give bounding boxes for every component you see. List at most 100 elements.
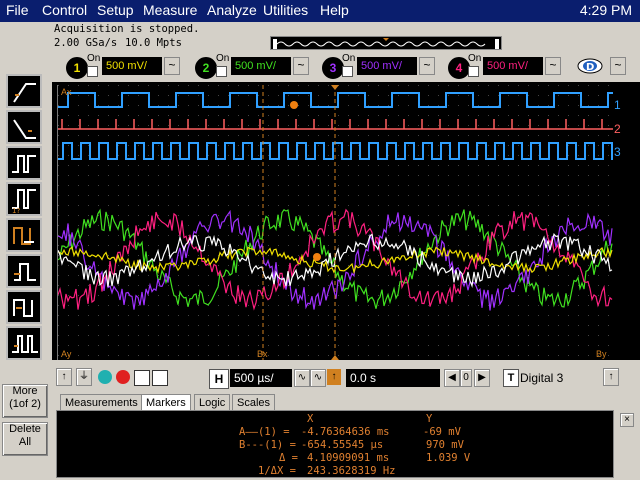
markers-header-x: X (307, 413, 314, 425)
delay-step[interactable]: 0 (460, 369, 472, 387)
channel-4-number[interactable]: 4 (448, 57, 470, 79)
camera-icon[interactable] (134, 370, 150, 386)
run-button[interactable] (98, 370, 112, 384)
state-icon (13, 227, 34, 245)
channel-4-on-checkbox[interactable] (468, 66, 479, 77)
trigger-panel: 1? More (1of 2) Delete All (0, 22, 52, 480)
glitch-trigger-button[interactable] (6, 146, 42, 180)
memory-depth: 10.0 Mpts (125, 37, 182, 49)
channel-1-number[interactable]: 1 (66, 57, 88, 79)
edge-trigger-falling-button[interactable] (6, 110, 42, 144)
delay-left-button[interactable]: ◀ (444, 369, 460, 387)
menu-help[interactable]: Help (320, 2, 349, 18)
timebase-adjust-button[interactable]: ∿ (294, 369, 310, 387)
digital-source-label[interactable]: Digital 3 (520, 371, 563, 385)
pattern-trigger-button[interactable]: 1? (6, 182, 42, 216)
waveform-graticule (57, 85, 640, 360)
channel-2-offset-icon[interactable]: ~ (293, 57, 309, 75)
sample-rate: 2.00 GSa/s (54, 37, 118, 49)
digital-offset-icon[interactable]: ~ (610, 57, 626, 75)
channel-1-offset-icon[interactable]: ~ (164, 57, 180, 75)
channel-1-on-checkbox[interactable] (87, 66, 98, 77)
markers-panel: X Y A——(1) = -4.76364636 ms -69 mV B---(… (56, 410, 614, 478)
channel-3-on-label: On (342, 53, 356, 64)
marker-a-x: -4.76364636 ms (301, 426, 390, 438)
clock: 4:29 PM (579, 2, 632, 18)
menu-utilities[interactable]: Utilities (263, 2, 308, 18)
tab-scales[interactable]: Scales (232, 394, 276, 411)
glitch-icon (12, 155, 36, 173)
horizontal-icon: H (209, 369, 229, 389)
channel-1-on-label: On (87, 53, 101, 64)
memory-bar[interactable] (270, 36, 502, 50)
digital-source-icon: T (503, 369, 519, 387)
marker-bx-label: Bx (257, 349, 268, 359)
print-icon[interactable] (152, 370, 168, 386)
marker-b-y: 970 mV (426, 439, 464, 451)
tab-logic[interactable]: Logic (194, 394, 231, 411)
timeout-icon (13, 299, 33, 317)
memory-bar-graphic (273, 38, 499, 49)
channel-3-number[interactable]: 3 (322, 57, 344, 79)
delay-icon (14, 263, 36, 281)
delay-right-button[interactable]: ▶ (474, 369, 490, 387)
marker-delta-x: 4.10909091 ms (307, 452, 390, 464)
waveform-display[interactable]: Ax Ay Bx By (57, 85, 640, 360)
ground-button[interactable]: ⏚ (76, 368, 92, 386)
digital-channels-icon[interactable]: D (577, 57, 603, 75)
channel-controls: 1 On 500 mV/ ~ 2 On 500 mV/ ~ 3 On 500 m… (52, 52, 640, 82)
marker-a-label: A——(1) = (239, 426, 290, 438)
menu-measure[interactable]: Measure (143, 2, 197, 18)
sequence-icon (12, 335, 38, 353)
marker-by-label: By (596, 349, 607, 359)
up-arrow-button[interactable]: ↑ (56, 368, 72, 386)
delay-trigger-button[interactable] (6, 254, 42, 288)
menu-analyze[interactable]: Analyze (207, 2, 257, 18)
channel-2-on-checkbox[interactable] (216, 66, 227, 77)
rising-edge-icon (13, 83, 36, 103)
trigger-position-icon: ↑ (327, 369, 341, 385)
channel-4-on-label: On (468, 53, 482, 64)
pattern-icon: 1? (12, 189, 36, 214)
svg-text:D: D (586, 62, 594, 73)
marker-delta-y: 1.039 V (426, 452, 471, 464)
close-panel-button[interactable]: × (620, 413, 634, 427)
timebase-field[interactable]: 500 µs/ (230, 369, 292, 387)
channel-4-scale[interactable]: 500 mV/ (483, 57, 543, 75)
menu-control[interactable]: Control (42, 2, 87, 18)
channel-2-on-label: On (216, 53, 230, 64)
acquisition-status-bar: Acquisition is stopped. 2.00 GSa/s 10.0 … (52, 22, 640, 52)
menu-file[interactable]: File (6, 2, 29, 18)
digital-label-2: 2 (614, 122, 621, 136)
falling-edge-icon (13, 119, 36, 139)
marker-a-point-analog (313, 253, 321, 261)
tab-markers[interactable]: Markers (141, 394, 191, 411)
markers-header-y: Y (426, 413, 433, 425)
stop-button[interactable] (116, 370, 130, 384)
edge-trigger-rising-button[interactable] (6, 74, 42, 108)
delete-all-button[interactable]: Delete All (2, 422, 48, 456)
menu-setup[interactable]: Setup (97, 2, 134, 18)
channel-2-scale[interactable]: 500 mV/ (231, 57, 291, 75)
menu-bar: File Control Setup Measure Analyze Utili… (0, 0, 640, 22)
delay-field[interactable]: 0.0 s (346, 369, 440, 387)
state-trigger-button[interactable] (6, 218, 42, 252)
channel-3-on-checkbox[interactable] (342, 66, 353, 77)
marker-delta-label: Δ = (279, 452, 298, 464)
tab-measurements[interactable]: Measurements (60, 394, 143, 411)
more-button[interactable]: More (1of 2) (2, 384, 48, 418)
channel-4-offset-icon[interactable]: ~ (545, 57, 561, 75)
svg-text:1?: 1? (12, 207, 20, 214)
marker-b-x: -654.55545 µs (301, 439, 384, 451)
sequence-trigger-button[interactable] (6, 326, 42, 360)
marker-ay-label: Ay (61, 349, 72, 359)
timebase-wave-button[interactable]: ∿ (310, 369, 326, 387)
channel-1-scale[interactable]: 500 mV/ (102, 57, 162, 75)
channel-2-number[interactable]: 2 (195, 57, 217, 79)
marker-b-label: B---(1) = (239, 439, 296, 451)
marker-ax-label: Ax (61, 87, 72, 97)
channel-3-offset-icon[interactable]: ~ (419, 57, 435, 75)
channel-3-scale[interactable]: 500 mV/ (357, 57, 417, 75)
timeout-trigger-button[interactable] (6, 290, 42, 324)
bottom-up-arrow-button[interactable]: ↑ (603, 368, 619, 386)
